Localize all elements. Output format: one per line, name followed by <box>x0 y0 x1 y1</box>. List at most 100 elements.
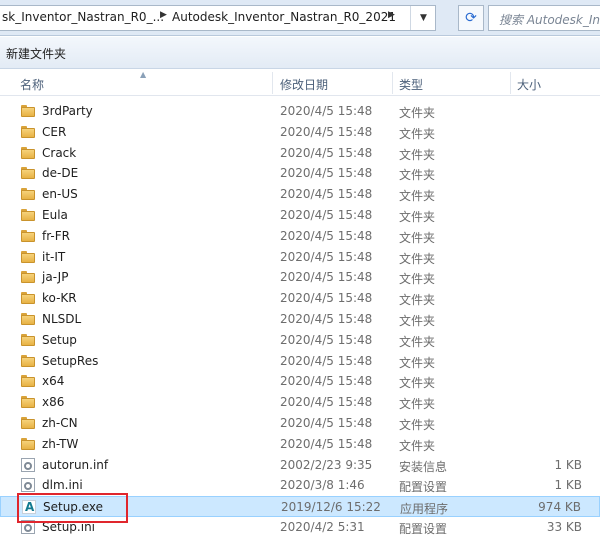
file-row[interactable]: autorun.inf 2002/2/23 9:35 安装信息 1 KB <box>0 455 600 476</box>
folder-icon <box>21 208 35 222</box>
file-name: x86 <box>42 395 65 410</box>
file-name: zh-CN <box>42 416 78 430</box>
column-date[interactable]: 修改日期 <box>280 76 328 93</box>
folder-icon <box>21 416 35 430</box>
file-type: 配置设置 <box>399 480 448 495</box>
settings-file-icon <box>21 457 35 472</box>
file-type: 文件夹 <box>399 230 436 245</box>
file-type: 文件夹 <box>399 147 436 162</box>
file-modified-date: 2020/4/5 15:48 <box>280 436 373 451</box>
file-row[interactable]: NLSDL 2020/4/5 15:48 文件夹 <box>0 309 600 330</box>
file-type: 文件夹 <box>399 251 436 266</box>
file-name: dlm.ini <box>42 478 83 493</box>
file-type: 文件夹 <box>399 106 436 120</box>
file-row[interactable]: Crack 2020/4/5 15:48 文件夹 <box>0 143 600 164</box>
file-type: 文件夹 <box>399 189 436 204</box>
file-row[interactable]: fr-FR 2020/4/5 15:48 文件夹 <box>0 226 600 247</box>
file-name: autorun.inf <box>42 457 109 472</box>
file-modified-date: 2020/4/5 15:48 <box>280 187 373 202</box>
file-type: 文件夹 <box>399 293 436 308</box>
file-modified-date: 2020/4/5 15:48 <box>280 395 373 410</box>
file-name: Eula <box>42 208 68 222</box>
column-divider[interactable] <box>392 72 393 94</box>
folder-icon <box>21 437 35 451</box>
file-row[interactable]: x86 2020/4/5 15:48 文件夹 <box>0 392 600 413</box>
folder-icon <box>21 229 35 243</box>
file-name: it-IT <box>42 249 66 264</box>
file-name: 3rdParty <box>42 104 93 118</box>
column-divider[interactable] <box>510 72 511 94</box>
sort-ascending-icon: ▲ <box>140 70 147 79</box>
file-type: 应用程序 <box>400 502 449 517</box>
file-row[interactable]: x64 2020/4/5 15:48 文件夹 <box>0 371 600 392</box>
folder-icon <box>21 395 35 409</box>
file-type: 文件夹 <box>399 126 436 141</box>
column-size[interactable]: 大小 <box>517 76 541 93</box>
file-row[interactable]: de-DE 2020/4/5 15:48 文件夹 <box>0 163 600 184</box>
breadcrumb-separator-icon[interactable]: ▶ <box>388 10 395 20</box>
file-row[interactable]: ko-KR 2020/4/5 15:48 文件夹 <box>0 288 600 309</box>
file-modified-date: 2020/4/5 15:48 <box>280 124 373 139</box>
folder-icon <box>21 125 35 139</box>
file-name: SetupRes <box>42 353 99 368</box>
file-modified-date: 2020/4/2 5:31 <box>280 520 365 534</box>
folder-icon <box>21 354 35 368</box>
folder-icon <box>21 187 35 201</box>
toolbar: 新建文件夹 <box>0 37 600 69</box>
file-name: Crack <box>42 145 77 160</box>
file-modified-date: 2020/4/5 15:48 <box>280 416 373 430</box>
file-modified-date: 2020/4/5 15:48 <box>280 228 373 243</box>
file-row[interactable]: Eula 2020/4/5 15:48 文件夹 <box>0 205 600 226</box>
file-name: ko-KR <box>42 291 77 306</box>
file-name: ja-JP <box>42 270 69 285</box>
file-row[interactable]: 3rdParty 2020/4/5 15:48 文件夹 <box>0 101 600 122</box>
breadcrumb[interactable]: sk_Inventor_Nastran_R0_... ▶ Autodesk_In… <box>0 5 436 31</box>
folder-icon <box>21 312 35 326</box>
file-row[interactable]: SetupRes 2020/4/5 15:48 文件夹 <box>0 351 600 372</box>
file-type: 文件夹 <box>399 314 436 328</box>
file-modified-date: 2020/4/5 15:48 <box>280 332 373 347</box>
file-row[interactable]: it-IT 2020/4/5 15:48 文件夹 <box>0 247 600 268</box>
new-folder-button[interactable]: 新建文件夹 <box>6 45 66 62</box>
breadcrumb-separator-icon[interactable]: ▶ <box>160 10 167 20</box>
file-row[interactable]: zh-CN 2020/4/5 15:48 文件夹 <box>0 413 600 434</box>
file-modified-date: 2020/4/5 15:48 <box>280 104 373 118</box>
file-type: 文件夹 <box>399 355 436 370</box>
file-row[interactable]: en-US 2020/4/5 15:48 文件夹 <box>0 184 600 205</box>
annotation-highlight-box <box>17 493 128 523</box>
file-modified-date: 2020/4/5 15:48 <box>280 208 373 222</box>
file-modified-date: 2019/12/6 15:22 <box>281 500 381 515</box>
folder-icon <box>21 374 35 388</box>
file-modified-date: 2020/4/5 15:48 <box>280 291 373 306</box>
folder-icon <box>21 146 35 160</box>
file-name: Setup <box>42 332 77 347</box>
address-dropdown-icon[interactable]: ▼ <box>410 6 436 30</box>
column-type[interactable]: 类型 <box>399 76 423 93</box>
search-input[interactable]: 搜索 Autodesk_In <box>488 5 600 31</box>
folder-icon <box>21 291 35 305</box>
file-row[interactable]: zh-TW 2020/4/5 15:48 文件夹 <box>0 434 600 455</box>
column-header: ▲ 名称 修改日期 类型 大小 <box>0 70 600 96</box>
breadcrumb-item-parent[interactable]: sk_Inventor_Nastran_R0_... <box>2 10 164 24</box>
refresh-button[interactable]: ⟳ <box>458 5 484 31</box>
file-modified-date: 2020/4/5 15:48 <box>280 312 373 326</box>
search-placeholder: 搜索 Autodesk_In <box>499 13 600 27</box>
column-divider[interactable] <box>272 72 273 94</box>
file-type: 文件夹 <box>399 168 436 183</box>
breadcrumb-item-current[interactable]: Autodesk_Inventor_Nastran_R0_2021 <box>172 10 396 24</box>
file-size: 33 KB <box>546 520 582 534</box>
file-type: 文件夹 <box>399 438 436 453</box>
file-modified-date: 2020/3/8 1:46 <box>280 478 365 493</box>
refresh-icon: ⟳ <box>465 10 477 26</box>
file-row[interactable]: Setup 2020/4/5 15:48 文件夹 <box>0 330 600 351</box>
file-type: 文件夹 <box>399 397 436 412</box>
file-size: 1 KB <box>554 457 582 472</box>
file-row[interactable]: CER 2020/4/5 15:48 文件夹 <box>0 122 600 143</box>
column-name[interactable]: 名称 <box>20 76 44 93</box>
address-bar-area: sk_Inventor_Nastran_R0_... ▶ Autodesk_In… <box>0 0 600 36</box>
file-name: x64 <box>42 374 65 389</box>
file-row[interactable]: ja-JP 2020/4/5 15:48 文件夹 <box>0 267 600 288</box>
file-name: zh-TW <box>42 436 79 451</box>
file-type: 文件夹 <box>399 376 436 391</box>
file-modified-date: 2020/4/5 15:48 <box>280 249 373 264</box>
